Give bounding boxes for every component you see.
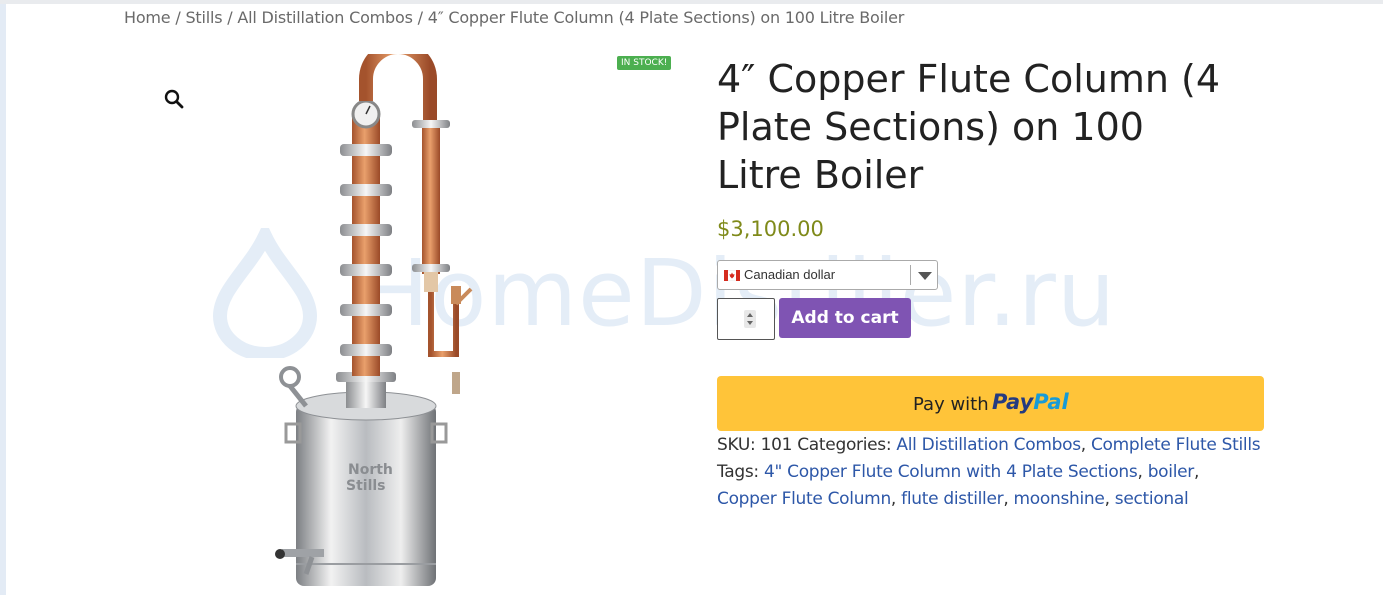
svg-text:Stills: Stills [346, 478, 386, 494]
boiler-brand-mark: North [348, 462, 393, 478]
quantity-spinner[interactable] [744, 310, 756, 328]
chevron-down-icon[interactable] [918, 272, 932, 280]
paypal-button-label: Pay with [913, 394, 989, 415]
tag-link[interactable]: flute distiller [901, 489, 1003, 509]
left-border [0, 4, 6, 595]
paypal-button[interactable]: Pay with PayPal [717, 376, 1264, 431]
canada-flag-icon [724, 270, 740, 281]
tags-label: Tags: [717, 462, 759, 482]
product-title: 4″ Copper Flute Column (4 Plate Sections… [717, 57, 1221, 197]
sku-label: SKU: [717, 435, 756, 455]
breadcrumb-home[interactable]: Home [124, 8, 171, 27]
top-border [0, 0, 1383, 4]
currency-divider [910, 265, 911, 285]
category-link[interactable]: Complete Flute Stills [1091, 435, 1261, 455]
tag-link[interactable]: sectional [1115, 489, 1189, 509]
paypal-logo-pay: Pay [992, 390, 1034, 414]
tag-link[interactable]: moonshine [1014, 489, 1105, 509]
categories-label: Categories: [797, 435, 892, 455]
tag-link[interactable]: Copper Flute Column [717, 489, 891, 509]
add-to-cart-button[interactable]: Add to cart [779, 298, 911, 338]
category-link[interactable]: All Distillation Combos [896, 435, 1081, 455]
sku-value: 101 [760, 435, 793, 455]
breadcrumb-all-distillation-combos[interactable]: All Distillation Combos [237, 8, 413, 27]
tag-link[interactable]: boiler [1148, 462, 1195, 482]
product-summary: 4″ Copper Flute Column (4 Plate Sections… [717, 55, 1277, 509]
spinner-up-icon[interactable] [747, 313, 753, 317]
currency-select[interactable]: Canadian dollar [717, 260, 938, 290]
quantity-stepper[interactable] [717, 298, 775, 340]
breadcrumb-separator: / [417, 8, 423, 27]
product-price: $3,100.00 [717, 217, 824, 241]
paypal-logo-pal: Pal [1033, 390, 1069, 414]
currency-selected-value: Canadian dollar [744, 267, 836, 282]
tag-link[interactable]: 4" Copper Flute Column with 4 Plate Sect… [764, 462, 1138, 482]
product-gallery: IN STOCK! North Stills [130, 40, 690, 595]
breadcrumb-separator: / [227, 8, 233, 27]
product-meta: SKU: 101 Categories: All Distillation Co… [717, 435, 1261, 509]
breadcrumb: Home / Stills / All Distillation Combos … [124, 8, 904, 27]
breadcrumb-current: 4″ Copper Flute Column (4 Plate Sections… [427, 8, 905, 27]
spinner-down-icon[interactable] [747, 321, 753, 325]
product-image[interactable]: North Stills [266, 54, 526, 594]
stock-badge: IN STOCK! [617, 56, 672, 70]
breadcrumb-separator: / [175, 8, 181, 27]
magnifier-icon[interactable] [163, 88, 185, 110]
paypal-logo: PayPal [992, 390, 1069, 414]
breadcrumb-stills[interactable]: Stills [185, 8, 222, 27]
